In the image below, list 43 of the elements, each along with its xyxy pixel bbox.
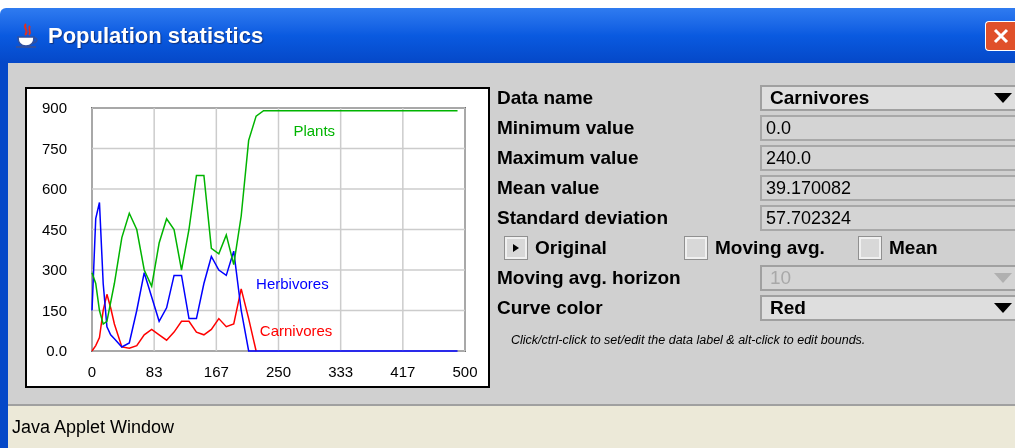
checkbox[interactable]: Original bbox=[505, 233, 685, 263]
y-tick-label: 600 bbox=[41, 180, 67, 197]
triangle-icon bbox=[512, 243, 520, 253]
y-tick-label: 750 bbox=[41, 139, 67, 157]
field-label: Data name bbox=[497, 85, 595, 110]
dropdown[interactable]: Carnivores bbox=[760, 85, 1015, 111]
value-field[interactable]: 39.170082 bbox=[760, 175, 1015, 201]
y-tick-label: 150 bbox=[41, 301, 67, 319]
value-field[interactable]: 0.0 bbox=[760, 115, 1015, 141]
checkbox[interactable]: Moving avg. bbox=[685, 233, 859, 263]
y-tick-label: 900 bbox=[41, 99, 67, 116]
x-tick-label: 83 bbox=[145, 363, 163, 380]
dropdown[interactable]: Red bbox=[760, 295, 1015, 321]
x-tick-label: 500 bbox=[452, 363, 478, 380]
checkbox[interactable]: Mean bbox=[859, 233, 938, 263]
field-label: Minimum value bbox=[497, 115, 636, 140]
status-bar: Java Applet Window bbox=[8, 404, 1015, 448]
field-label: Standard deviation bbox=[497, 205, 670, 230]
series-label: Herbivores bbox=[256, 275, 329, 293]
field-label: Mean value bbox=[497, 175, 601, 200]
y-tick-label: 0.0 bbox=[46, 342, 67, 359]
x-tick-label: 0 bbox=[87, 363, 97, 380]
close-icon bbox=[992, 27, 1009, 44]
field-label: Moving avg. horizon bbox=[497, 265, 682, 290]
value-field[interactable]: 57.702324 bbox=[760, 205, 1015, 231]
x-tick-label: 167 bbox=[203, 363, 229, 380]
caret-icon bbox=[994, 303, 1012, 313]
value-field[interactable]: 240.0 bbox=[760, 145, 1015, 171]
close-button[interactable] bbox=[985, 20, 1015, 51]
x-tick-label: 417 bbox=[390, 363, 416, 380]
x-tick-label: 333 bbox=[328, 363, 354, 380]
caret-icon bbox=[994, 273, 1012, 283]
x-tick-label: 250 bbox=[266, 363, 291, 380]
window-title: Population statistics bbox=[48, 22, 264, 50]
field-label: Curve color bbox=[497, 295, 604, 320]
series-label: Plants bbox=[293, 122, 336, 140]
series-label: Carnivores bbox=[259, 321, 333, 339]
caret-icon bbox=[994, 93, 1012, 103]
coffee-cup-icon bbox=[16, 22, 38, 49]
y-tick-label: 300 bbox=[41, 261, 67, 278]
field-label: Maximum value bbox=[497, 145, 640, 170]
hint-text: Click/ctrl-click to set/edit the data label & alt-click to edit bounds. bbox=[511, 332, 867, 349]
y-tick-label: 450 bbox=[41, 220, 67, 238]
